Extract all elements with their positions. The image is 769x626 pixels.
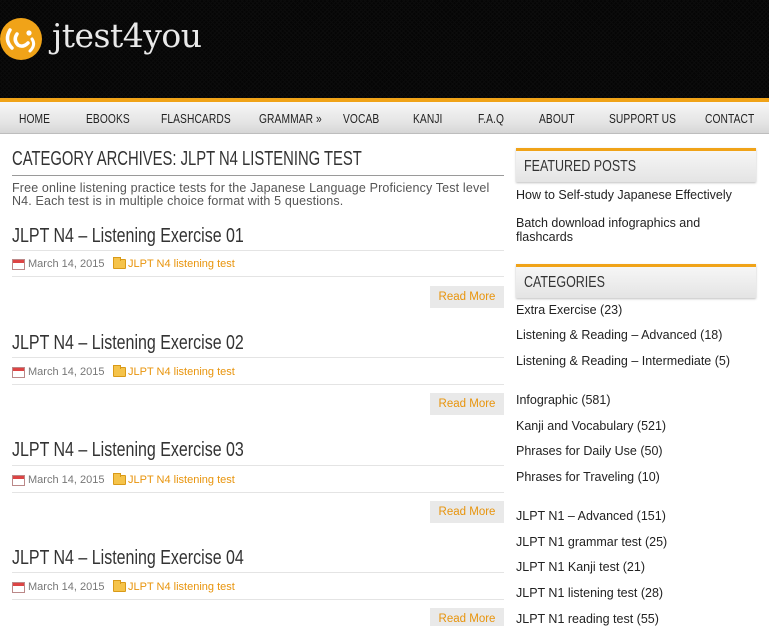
nav-grammar[interactable]: GRAMMAR » (259, 112, 322, 126)
post-category-link[interactable]: JLPT N4 listening test (128, 581, 235, 593)
post-divider (12, 465, 504, 466)
calendar-icon (12, 259, 25, 270)
categories-heading: CATEGORIES (516, 264, 756, 298)
category-link[interactable]: Listening & Reading – Advanced (18) (516, 328, 722, 342)
nav-about[interactable]: ABOUT (539, 112, 575, 126)
category-link[interactable]: JLPT N1 reading test (55) (516, 612, 659, 626)
post-divider (12, 250, 504, 251)
featured-post-link[interactable]: How to Self-study Japanese Effectively (516, 188, 732, 202)
post-category-link[interactable]: JLPT N4 listening test (128, 366, 235, 378)
category-link[interactable]: Phrases for Traveling (10) (516, 470, 660, 484)
post-date: March 14, 2015 (28, 366, 105, 378)
post-title-link[interactable]: JLPT N4 – Listening Exercise 03 (12, 439, 244, 462)
category-link[interactable]: JLPT N1 – Advanced (151) (516, 509, 666, 523)
nav-flashcards[interactable]: FLASHCARDS (161, 112, 231, 126)
nav-faq[interactable]: F.A.Q (478, 112, 504, 126)
post-title-link[interactable]: JLPT N4 – Listening Exercise 04 (12, 547, 244, 570)
calendar-icon (12, 582, 25, 593)
nav-ebooks[interactable]: EBOOKS (86, 112, 130, 126)
post-date: March 14, 2015 (28, 581, 105, 593)
nav-vocab[interactable]: VOCAB (343, 112, 379, 126)
nav-kanji[interactable]: KANJI (413, 112, 442, 126)
post-divider (12, 599, 504, 600)
folder-icon (113, 580, 126, 592)
read-more-button[interactable]: Read More (430, 286, 504, 308)
nav-home[interactable]: HOME (19, 112, 50, 126)
post-category-link[interactable]: JLPT N4 listening test (128, 474, 235, 486)
post-divider (12, 572, 504, 573)
nav-support-us[interactable]: SUPPORT US (609, 112, 676, 126)
read-more-button[interactable]: Read More (430, 608, 504, 626)
post-divider (12, 492, 504, 493)
category-link[interactable]: Kanji and Vocabulary (521) (516, 419, 666, 433)
calendar-icon (12, 475, 25, 486)
category-link[interactable]: Infographic (581) (516, 393, 611, 407)
post-date: March 14, 2015 (28, 474, 105, 486)
calendar-icon (12, 367, 25, 378)
category-link[interactable]: Listening & Reading – Intermediate (5) (516, 354, 730, 368)
title-divider (12, 175, 504, 176)
archive-description: Free online listening practice tests for… (12, 181, 490, 208)
featured-posts-heading: FEATURED POSTS (516, 148, 756, 182)
category-link[interactable]: JLPT N1 listening test (28) (516, 586, 663, 600)
read-more-button[interactable]: Read More (430, 501, 504, 523)
post-title-link[interactable]: JLPT N4 – Listening Exercise 01 (12, 225, 244, 248)
category-link[interactable]: JLPT N1 Kanji test (21) (516, 560, 645, 574)
page-title: CATEGORY ARCHIVES: JLPT N4 LISTENING TES… (12, 148, 362, 170)
category-link[interactable]: Extra Exercise (23) (516, 303, 622, 317)
folder-icon (113, 365, 126, 377)
widget-title: CATEGORIES (524, 274, 605, 291)
post-title-link[interactable]: JLPT N4 – Listening Exercise 02 (12, 332, 244, 355)
category-link[interactable]: Phrases for Daily Use (50) (516, 444, 663, 458)
read-more-button[interactable]: Read More (430, 393, 504, 415)
folder-icon (113, 473, 126, 485)
featured-post-link[interactable]: Batch download infographics and flashcar… (516, 216, 736, 244)
logo-icon[interactable] (0, 18, 42, 60)
nav-contact[interactable]: CONTACT (705, 112, 754, 126)
post-divider (12, 384, 504, 385)
post-date: March 14, 2015 (28, 258, 105, 270)
widget-title: FEATURED POSTS (524, 158, 637, 175)
post-category-link[interactable]: JLPT N4 listening test (128, 258, 235, 270)
post-divider (12, 357, 504, 358)
main-nav: HOME EBOOKS FLASHCARDS GRAMMAR » VOCAB K… (0, 98, 769, 134)
site-logo-text[interactable]: jtest4you (52, 16, 202, 55)
site-header: jtest4you (0, 0, 769, 99)
post-divider (12, 276, 504, 277)
folder-icon (113, 257, 126, 269)
category-link[interactable]: JLPT N1 grammar test (25) (516, 535, 667, 549)
